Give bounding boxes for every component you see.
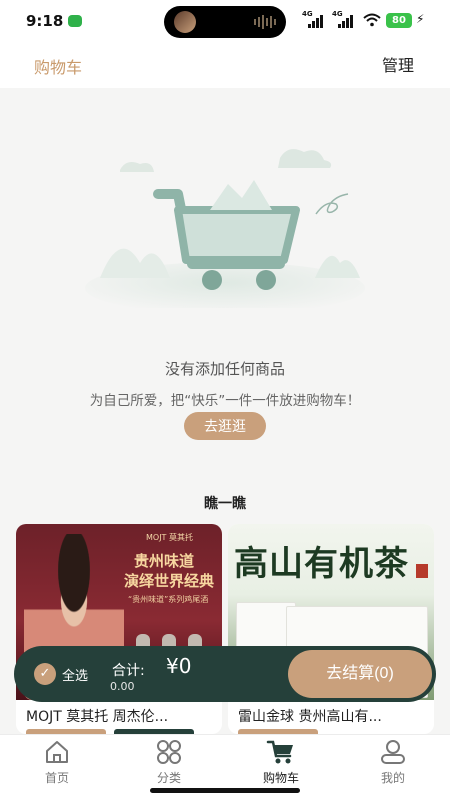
total-amount: ¥0: [166, 654, 192, 678]
home-icon: [46, 741, 68, 763]
empty-cart-title: 没有添加任何商品: [164, 360, 285, 378]
audio-wave-icon: [254, 15, 276, 29]
user-icon: [381, 740, 405, 764]
checkout-button[interactable]: 去结算(0): [288, 650, 432, 698]
select-all-checkbox[interactable]: ✓: [34, 663, 56, 685]
dynamic-island: [164, 6, 286, 38]
tab-label: 购物车: [262, 771, 299, 785]
message-icon: [68, 15, 82, 27]
grid-icon: [157, 740, 181, 764]
tab-label: 首页: [44, 771, 69, 785]
signal-icon-2: [338, 15, 353, 28]
total-label: 合计:: [112, 663, 145, 679]
total-amount-detail: 0.00: [110, 680, 135, 693]
tab-home[interactable]: 首页: [12, 739, 102, 786]
recommend-section-title: 瞧一瞧: [204, 496, 246, 512]
product-image-line1: 贵州味道: [134, 552, 195, 570]
product-card[interactable]: MOJT 莫其托 贵州味道 演绎世界经典 “贵州味道”系列鸡尾酒 MOJT 莫其…: [16, 524, 222, 734]
go-shopping-button[interactable]: 去逛逛: [184, 412, 266, 440]
tab-category[interactable]: 分类: [124, 739, 214, 786]
tab-label: 分类: [156, 771, 181, 785]
product-name[interactable]: 雷山金球 贵州高山有...: [238, 706, 382, 726]
cart-icon: [266, 740, 293, 764]
checkout-bar: ✓ 全选 合计: ¥0 0.00 去结算(0): [14, 646, 436, 702]
home-indicator: [150, 788, 300, 793]
empty-cart-subtitle: 为自己所爱，把“快乐”一件一件放进购物车！: [89, 393, 361, 409]
product-name[interactable]: MOJT 莫其托 周杰伦...: [26, 706, 168, 726]
product-image-line2: 演绎世界经典: [124, 572, 215, 590]
page-header: 购物车 管理: [0, 44, 450, 88]
select-all-label[interactable]: 全选: [62, 665, 88, 684]
wifi-icon: [363, 13, 381, 31]
product-card[interactable]: 高山有机茶 雷山金球 贵州高山有...: [228, 524, 434, 734]
battery-level: 80: [386, 13, 412, 28]
media-thumbnail: [174, 11, 196, 33]
status-bar: 9:18 4G 4G 80 ⚡: [0, 0, 450, 44]
product-image-line3: “贵州味道”系列鸡尾酒: [128, 595, 209, 604]
charging-icon: ⚡: [416, 12, 425, 26]
tab-label: 我的: [380, 771, 405, 785]
manage-button[interactable]: 管理: [382, 52, 414, 76]
seal-stamp: [416, 564, 428, 578]
status-time: 9:18: [26, 12, 64, 30]
tab-cart[interactable]: 购物车: [236, 739, 326, 786]
empty-cart-illustration: [85, 149, 365, 308]
signal-icon: [308, 15, 323, 28]
tab-profile[interactable]: 我的: [348, 739, 438, 786]
page-title: 购物车: [34, 58, 83, 77]
product-image-headline: 高山有机茶: [234, 544, 409, 584]
product-image-logo: MOJT 莫其托: [146, 533, 193, 542]
